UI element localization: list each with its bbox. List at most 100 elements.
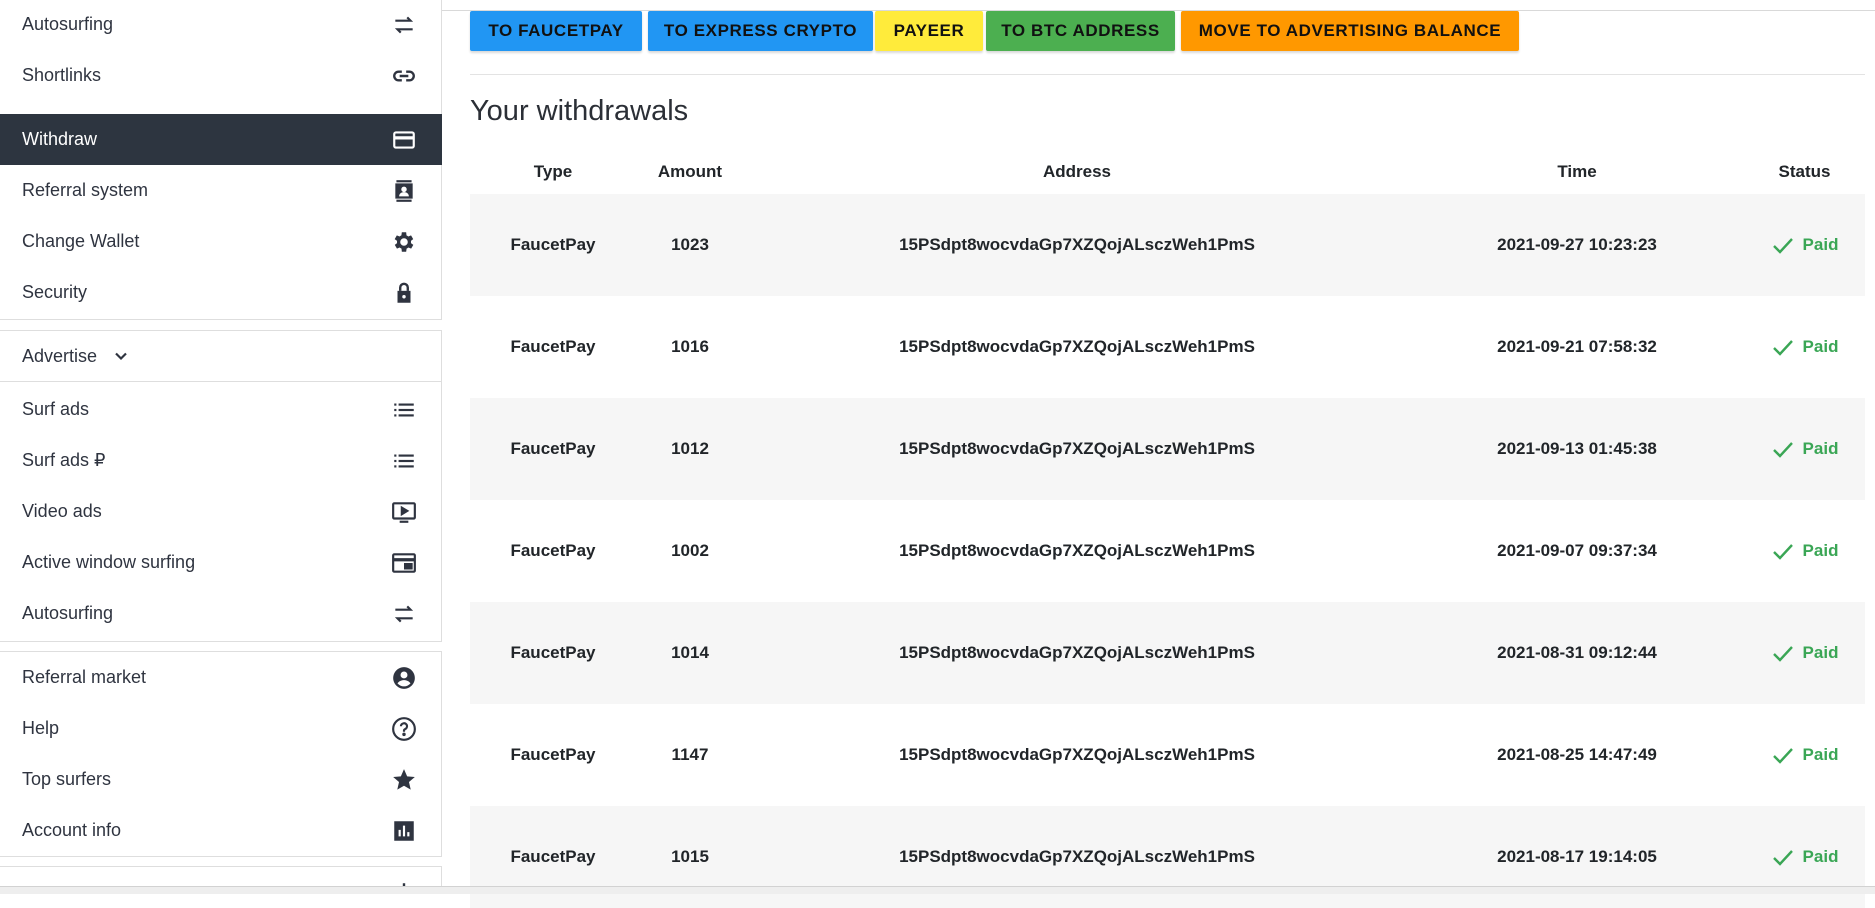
cell-amount: 1023: [671, 235, 709, 254]
check-icon: [1772, 340, 1793, 356]
cell-amount: 1002: [671, 541, 709, 560]
advertise-label: Advertise: [22, 345, 98, 366]
table-body: FaucetPay 1023 15PSdpt8wocvdaGp7XZQojALscz…: [470, 194, 1865, 908]
withdrawals-title: Your withdrawals: [470, 95, 689, 127]
header-status: Status: [1778, 162, 1831, 181]
sidebar-item-video-ads[interactable]: Video ads: [0, 486, 442, 537]
cell-time: 2021-09-13 01:45:38: [1497, 439, 1657, 458]
sidebar-item-top-surfers[interactable]: Top surfers: [0, 754, 442, 805]
status-badge: Paid: [1771, 845, 1839, 869]
status-badge: Paid: [1771, 539, 1839, 563]
sidebar-item-label: Change Wallet: [22, 231, 140, 251]
sidebar-item-referral-market[interactable]: Referral market: [0, 652, 442, 703]
cell-status: Paid: [1744, 233, 1865, 257]
user-circle-icon: [391, 665, 417, 691]
move-to-advertising-balance-button[interactable]: MOVE TO ADVERTISING BALANCE: [1181, 11, 1519, 51]
chevron-down-icon: [115, 352, 127, 361]
sidebar-item-help[interactable]: Help: [0, 703, 442, 754]
cell-amount: 1014: [671, 643, 709, 662]
advertise-dropdown[interactable]: Advertise: [0, 331, 442, 382]
sidebar-item-surf-ads-rub[interactable]: Surf ads ₽: [0, 435, 442, 486]
sidebar-item-account-info[interactable]: Account info: [0, 805, 442, 856]
sidebar-item-label: Shortlinks: [22, 65, 102, 85]
video-icon: [391, 499, 417, 525]
status-label: Paid: [1802, 439, 1839, 458]
contact-card-icon: [391, 178, 417, 204]
cell-status: Paid: [1744, 539, 1865, 563]
cell-type: FaucetPay: [510, 337, 596, 356]
check-icon: [1772, 748, 1793, 764]
table-row: FaucetPay 1012 15PSdpt8wocvdaGp7XZQojALscz…: [470, 398, 1865, 500]
cell-address: 15PSdpt8wocvdaGp7XZQojALsczWeh1PmS: [899, 847, 1255, 866]
list-icon: [391, 448, 417, 474]
main-content: TO FAUCETPAY TO EXPRESS CRYPTO PAYEER TO…: [470, 0, 1865, 908]
header-address: Address: [1042, 162, 1112, 181]
cell-amount: 1147: [671, 745, 709, 764]
star-icon: [391, 767, 417, 793]
cell-time: 2021-08-31 09:12:44: [1497, 643, 1657, 662]
sidebar-item-label: Account info: [22, 820, 122, 840]
table-row: FaucetPay 1023 15PSdpt8wocvdaGp7XZQojALscz…: [470, 194, 1865, 296]
sidebar-item-label: Surf ads ₽: [22, 450, 106, 470]
status-label: Paid: [1802, 745, 1839, 764]
sidebar-item-label: Referral market: [22, 667, 147, 687]
sidebar-item-autosurfing-2[interactable]: Autosurfing: [0, 588, 442, 639]
sidebar-item-change-wallet[interactable]: Change Wallet: [0, 216, 442, 267]
cell-type: FaucetPay: [510, 643, 596, 662]
link-icon: [391, 63, 417, 89]
cell-amount: 1016: [671, 337, 709, 356]
chart-icon: [391, 818, 417, 844]
status-label: Paid: [1802, 541, 1839, 560]
sidebar-item-shortlinks[interactable]: Shortlinks: [0, 50, 442, 101]
cell-type: FaucetPay: [510, 745, 596, 764]
status-badge: Paid: [1771, 437, 1839, 461]
cell-address: 15PSdpt8wocvdaGp7XZQojALsczWeh1PmS: [899, 439, 1255, 458]
sidebar-item-label: Video ads: [22, 501, 102, 521]
sidebar: Autosurfing Shortlinks Withdraw Referral…: [0, 0, 442, 893]
repeat-icon: [391, 601, 417, 627]
window-icon: [391, 550, 417, 576]
status-badge: Paid: [1771, 335, 1838, 359]
header-type: Type: [533, 162, 573, 181]
check-icon: [1772, 646, 1793, 662]
cell-status: Paid: [1744, 845, 1865, 869]
sidebar-item-label: Referral system: [22, 180, 149, 200]
header-amount: Amount: [657, 162, 723, 181]
cell-time: 2021-09-07 09:37:34: [1497, 541, 1657, 560]
sidebar-item-surf-ads[interactable]: Surf ads: [0, 384, 442, 435]
cell-type: FaucetPay: [510, 847, 596, 866]
withdraw-faucetpay-button[interactable]: TO FAUCETPAY: [470, 11, 642, 51]
repeat-icon: [391, 12, 417, 38]
withdraw-payeer-button[interactable]: PAYEER: [875, 11, 983, 51]
status-label: Paid: [1802, 643, 1839, 662]
cell-type: FaucetPay: [510, 541, 596, 560]
table-row: FaucetPay 1002 15PSdpt8wocvdaGp7XZQojALscz…: [470, 500, 1865, 602]
status-label: Paid: [1802, 235, 1839, 254]
withdraw-btc-address-button[interactable]: TO BTC ADDRESS: [986, 11, 1175, 51]
check-icon: [1772, 850, 1793, 866]
sidebar-item-label: Active window surfing: [22, 552, 196, 572]
sidebar-item-label: Top surfers: [22, 769, 112, 789]
withdraw-express-crypto-button[interactable]: TO EXPRESS CRYPTO: [648, 11, 873, 51]
cell-status: Paid: [1744, 437, 1865, 461]
cell-address: 15PSdpt8wocvdaGp7XZQojALsczWeh1PmS: [899, 337, 1255, 356]
help-icon: [391, 716, 417, 742]
sidebar-group-other: Referral market Help Top surfers Account…: [0, 651, 442, 857]
check-icon: [1772, 238, 1793, 254]
status-badge: Paid: [1771, 743, 1839, 767]
sidebar-item-referral-system[interactable]: Referral system: [0, 165, 442, 216]
table-row: FaucetPay 1016 15PSdpt8wocvdaGp7XZQojALscz…: [470, 296, 1865, 398]
sidebar-item-label: Help: [22, 718, 60, 738]
sidebar-item-label: Security: [22, 282, 88, 302]
status-label: Paid: [1802, 847, 1839, 866]
table-row: FaucetPay 1014 15PSdpt8wocvdaGp7XZQojALscz…: [470, 602, 1865, 704]
sidebar-item-label: Autosurfing: [22, 603, 114, 623]
cell-amount: 1015: [671, 847, 709, 866]
sidebar-item-autosurfing[interactable]: Autosurfing: [0, 0, 442, 50]
cell-address: 15PSdpt8wocvdaGp7XZQojALsczWeh1PmS: [899, 235, 1255, 254]
sidebar-item-active-window-surfing[interactable]: Active window surfing: [0, 537, 442, 588]
lock-icon: [391, 280, 417, 306]
sidebar-item-withdraw[interactable]: Withdraw: [0, 114, 442, 165]
cell-status: Paid: [1744, 335, 1865, 359]
sidebar-item-security[interactable]: Security: [0, 267, 442, 318]
